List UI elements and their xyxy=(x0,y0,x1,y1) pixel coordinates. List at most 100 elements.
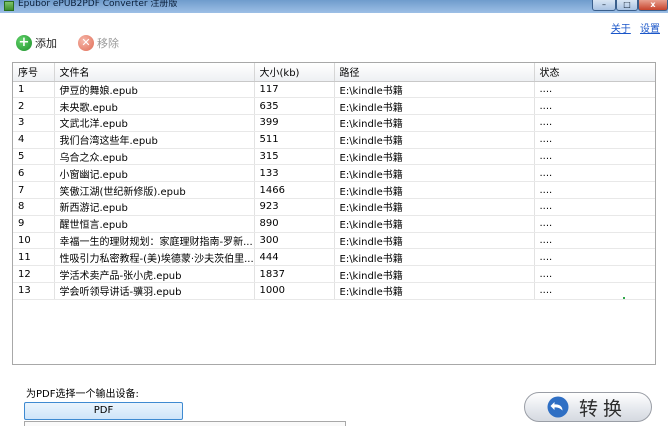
cell-name: 醒世恒言.epub xyxy=(54,215,255,233)
cell-status: .... xyxy=(534,164,655,183)
about-link[interactable]: 关于 xyxy=(611,24,631,35)
cell-path: E:\kindle书籍 xyxy=(334,198,535,216)
convert-label: 转换 xyxy=(579,397,628,420)
table-row[interactable]: 5 乌合之众.epub 315 E:\kindle书籍.... xyxy=(13,148,655,166)
cell-status: .... xyxy=(534,181,655,200)
cell-num: 6 xyxy=(13,164,55,183)
cell-path: E:\kindle书籍 xyxy=(334,265,535,284)
cell-path: E:\kindle书籍 xyxy=(334,248,535,267)
col-header-size[interactable]: 大小(kb) xyxy=(254,63,335,82)
table-row[interactable]: 7 笑傲江湖(世纪新修版).epub 1466 E:\kindle书籍.... xyxy=(13,181,655,200)
cell-name: 文武北洋.epub xyxy=(54,114,255,132)
cell-size: 315 xyxy=(254,148,335,166)
cell-name: 笑傲江湖(世纪新修版).epub xyxy=(54,181,255,200)
col-header-num[interactable]: 序号 xyxy=(13,63,55,82)
cell-name: 我们台湾这些年.epub xyxy=(54,131,255,149)
title-bar: Epubor ePUB2PDF Converter 注册版 – □ x xyxy=(0,0,668,13)
cell-name: 未央歌.epub xyxy=(54,97,255,116)
cell-path: E:\kindle书籍 xyxy=(334,148,535,166)
table-row[interactable]: 12 学活术卖产品-张小虎.epub 1837 E:\kindle书籍.... xyxy=(13,265,655,284)
col-header-path[interactable]: 路径 xyxy=(334,63,535,82)
cell-path: E:\kindle书籍 xyxy=(334,232,535,250)
add-label: 添加 xyxy=(35,37,57,50)
cell-size: 1000 xyxy=(254,282,335,300)
minimize-button[interactable]: – xyxy=(592,0,616,11)
cell-num: 2 xyxy=(13,97,55,116)
col-header-status[interactable]: 状态 xyxy=(534,63,655,82)
table-row[interactable]: 3 文武北洋.epub 399 E:\kindle书籍.... xyxy=(13,114,655,132)
add-button[interactable]: + 添加 xyxy=(16,34,57,52)
cell-path: E:\kindle书籍 xyxy=(334,181,535,200)
cell-status: .... xyxy=(534,131,655,149)
cell-status: .... xyxy=(534,282,655,300)
cell-name: 学活术卖产品-张小虎.epub xyxy=(54,265,255,284)
table-header-row: 序号 文件名 大小(kb) 路径 状态 xyxy=(13,63,655,82)
cell-status: .... xyxy=(534,232,655,250)
cell-name: 伊豆的舞娘.epub xyxy=(54,81,255,99)
table-row[interactable]: 2 未央歌.epub 635 E:\kindle书籍.... xyxy=(13,97,655,116)
cell-path: E:\kindle书籍 xyxy=(334,114,535,132)
cell-num: 10 xyxy=(13,232,55,250)
cell-path: E:\kindle书籍 xyxy=(334,282,535,300)
cell-status: .... xyxy=(534,248,655,267)
cell-size: 1466 xyxy=(254,181,335,200)
settings-link[interactable]: 设置 xyxy=(640,24,660,35)
cell-size: 133 xyxy=(254,164,335,183)
convert-arrow-icon xyxy=(547,396,569,418)
window-title: Epubor ePUB2PDF Converter 注册版 xyxy=(18,0,178,9)
table-row[interactable]: 6 小窗幽记.epub 133 E:\kindle书籍.... xyxy=(13,164,655,183)
cell-path: E:\kindle书籍 xyxy=(334,81,535,99)
cell-name: 新西游记.epub xyxy=(54,198,255,216)
cell-status: .... xyxy=(534,148,655,166)
table-row[interactable]: 10 幸福一生的理财规划：家庭理财指南-罗新... 300 E:\kindle书籍..… xyxy=(13,232,655,250)
remove-label: 移除 xyxy=(97,37,119,50)
cell-num: 7 xyxy=(13,181,55,200)
cell-num: 12 xyxy=(13,265,55,284)
table-row[interactable]: 13 学会听领导讲话-骥羽.epub 1000 E:\kindle书籍.... xyxy=(13,282,655,300)
maximize-button[interactable]: □ xyxy=(616,0,638,11)
cell-num: 4 xyxy=(13,131,55,149)
remove-icon: ✕ xyxy=(78,35,94,51)
cell-size: 1837 xyxy=(254,265,335,284)
remove-button[interactable]: ✕ 移除 xyxy=(78,34,119,52)
col-header-filename[interactable]: 文件名 xyxy=(54,63,255,82)
pdf-device-button[interactable]: PDF xyxy=(24,402,183,420)
cell-path: E:\kindle书籍 xyxy=(334,131,535,149)
cell-num: 3 xyxy=(13,114,55,132)
cell-size: 300 xyxy=(254,232,335,250)
cell-num: 13 xyxy=(13,282,55,300)
table-row[interactable]: 8 新西游记.epub 923 E:\kindle书籍.... xyxy=(13,198,655,216)
cell-status: .... xyxy=(534,198,655,216)
table-row[interactable]: 4 我们台湾这些年.epub 511 E:\kindle书籍.... xyxy=(13,131,655,149)
device-list[interactable] xyxy=(24,421,346,426)
table-row[interactable]: 9 醒世恒言.epub 890 E:\kindle书籍.... xyxy=(13,215,655,233)
cell-path: E:\kindle书籍 xyxy=(334,97,535,116)
close-button[interactable]: x xyxy=(638,0,668,11)
speck xyxy=(623,297,625,299)
cell-size: 890 xyxy=(254,215,335,233)
cell-status: .... xyxy=(534,265,655,284)
cell-status: .... xyxy=(534,215,655,233)
cell-num: 11 xyxy=(13,248,55,267)
cell-status: .... xyxy=(534,114,655,132)
cell-num: 5 xyxy=(13,148,55,166)
convert-button[interactable]: 转换 xyxy=(524,392,652,422)
cell-num: 1 xyxy=(13,81,55,99)
cell-size: 117 xyxy=(254,81,335,99)
table-row[interactable]: 11 性吸引力私密教程-(美)埃德蒙·沙夫茨伯里... 444 E:\kindle书籍… xyxy=(13,248,655,267)
cell-size: 923 xyxy=(254,198,335,216)
cell-status: .... xyxy=(534,97,655,116)
cell-size: 399 xyxy=(254,114,335,132)
cell-name: 性吸引力私密教程-(美)埃德蒙·沙夫茨伯里... xyxy=(54,248,255,267)
app-icon xyxy=(4,1,14,11)
cell-path: E:\kindle书籍 xyxy=(334,215,535,233)
table-row[interactable]: 1 伊豆的舞娘.epub 117 E:\kindle书籍.... xyxy=(13,81,655,99)
cell-name: 乌合之众.epub xyxy=(54,148,255,166)
cell-path: E:\kindle书籍 xyxy=(334,164,535,183)
plus-icon: + xyxy=(16,35,32,51)
cell-size: 444 xyxy=(254,248,335,267)
cell-status: .... xyxy=(534,81,655,99)
cell-size: 635 xyxy=(254,97,335,116)
cell-size: 511 xyxy=(254,131,335,149)
cell-name: 学会听领导讲话-骥羽.epub xyxy=(54,282,255,300)
